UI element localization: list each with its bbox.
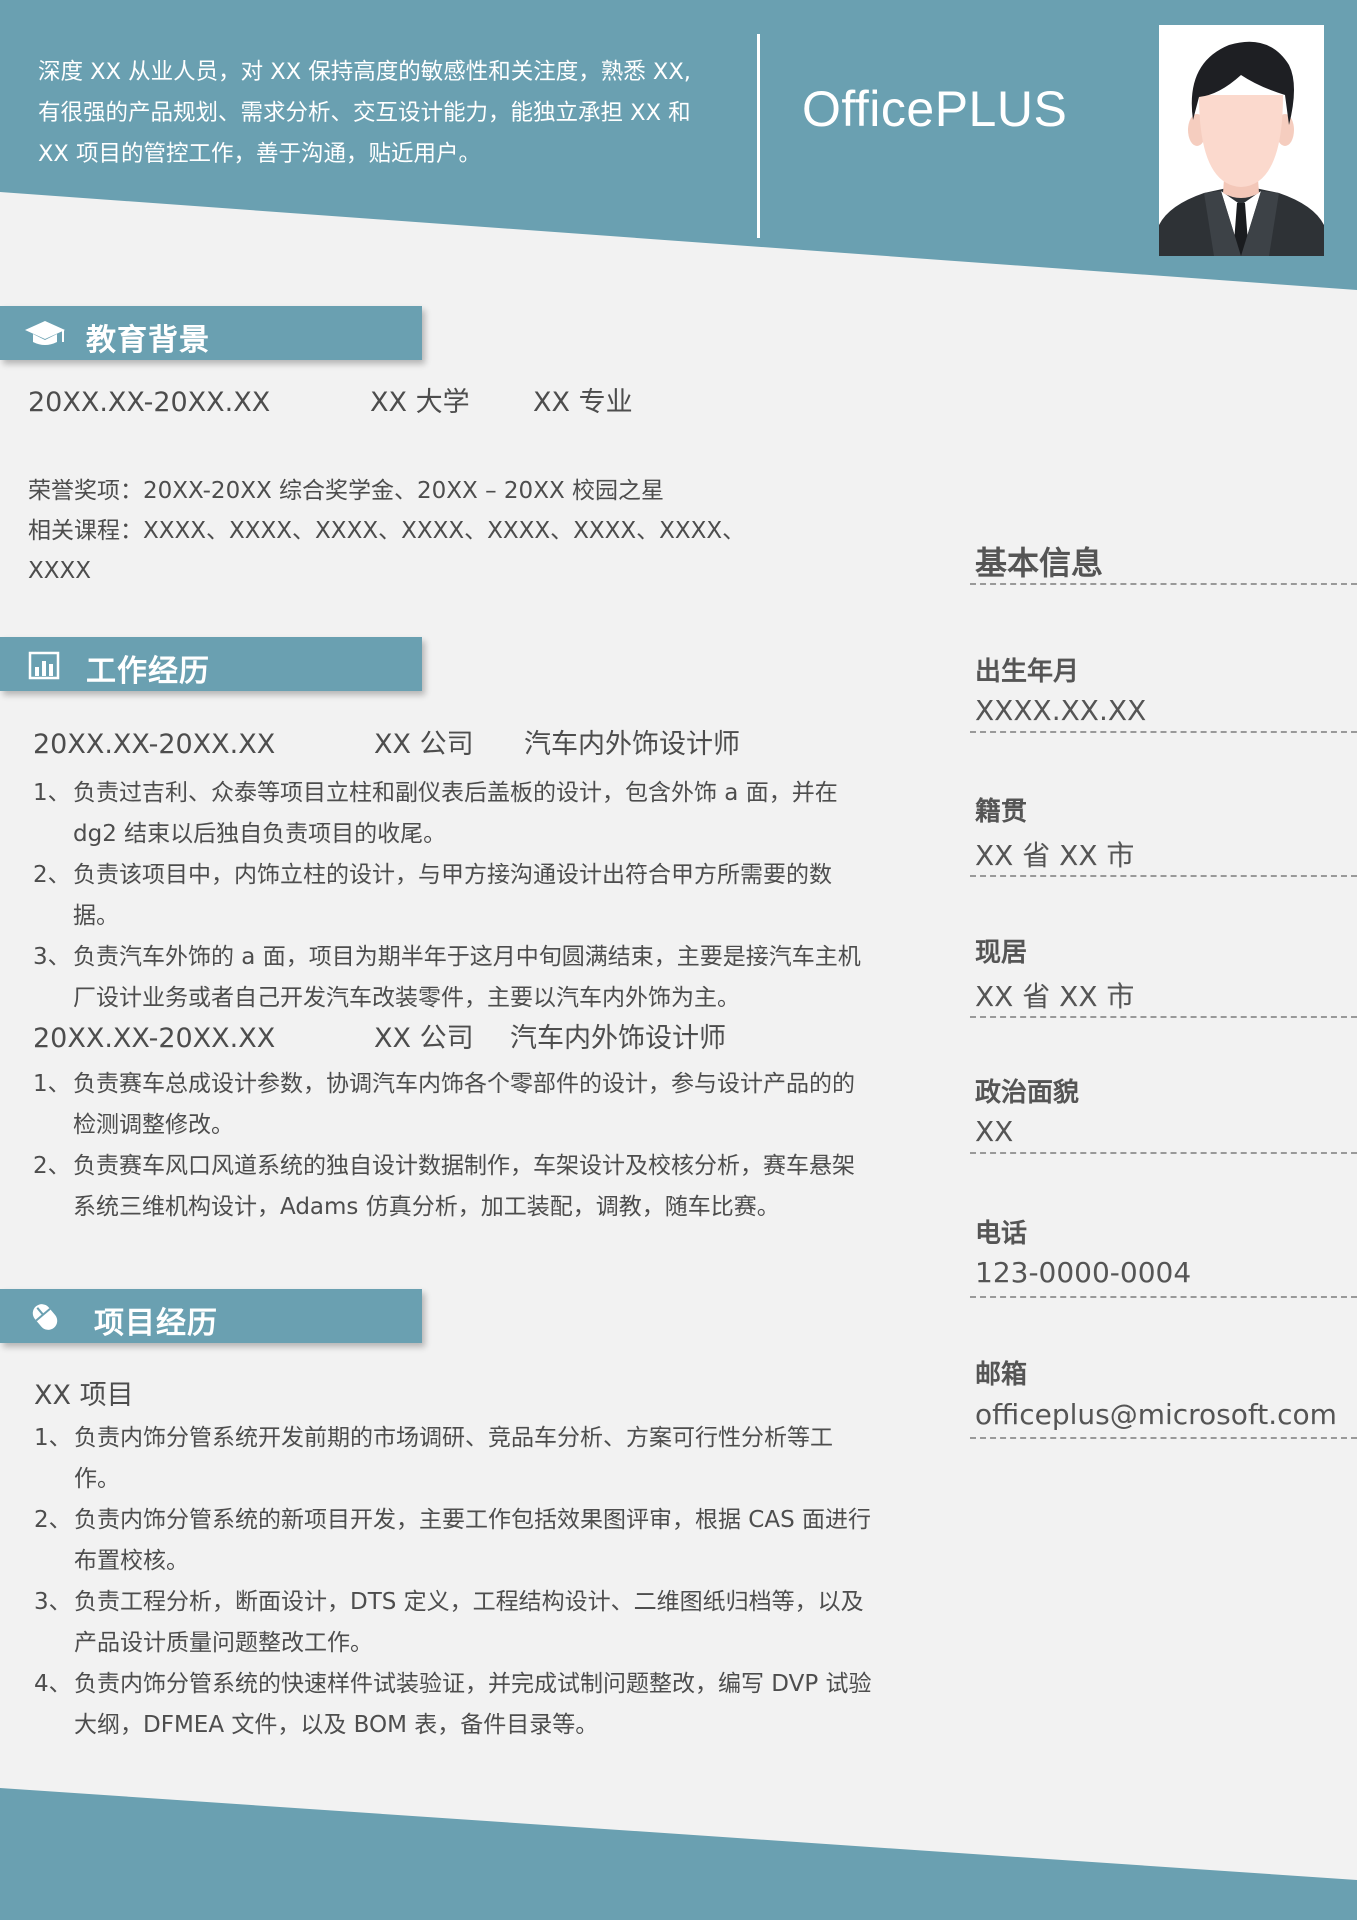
item-text: 负责内饰分管系统开发前期的市场调研、竞品车分析、方案可行性分析等工: [74, 1425, 833, 1451]
education-major: XX 专业: [533, 387, 633, 418]
info-value-birth: XXXX.XX.XX: [975, 694, 1147, 727]
job-role: 汽车内外饰设计师: [510, 1023, 726, 1054]
mouse-icon: [32, 1304, 58, 1330]
item-text: dg2 结束以后独自负责项目的收尾。: [73, 821, 447, 847]
item-text: 产品设计质量问题整改工作。: [74, 1630, 373, 1656]
item-text: 负责该项目中，内饰立柱的设计，与甲方接沟通设计出符合甲方所需要的数: [73, 862, 832, 888]
summary-line: 深度 XX 从业人员，对 XX 保持高度的敏感性和关注度，熟悉 XX,: [38, 59, 691, 85]
graduation-cap-icon: [25, 321, 65, 345]
item-number: 2、: [33, 862, 71, 888]
item-text: 检测调整修改。: [73, 1112, 234, 1138]
education-courses-cont: XXXX: [28, 558, 92, 584]
list-item: 2、 负责该项目中，内饰立柱的设计，与甲方接沟通设计出符合甲方所需要的数 据。: [33, 855, 913, 937]
job-period: 20XX.XX-20XX.XX: [33, 1023, 276, 1054]
info-value-political: XX: [975, 1115, 1014, 1148]
job-period: 20XX.XX-20XX.XX: [33, 729, 276, 760]
item-number: 1、: [33, 780, 71, 806]
person-avatar-icon: [1159, 25, 1324, 256]
profile-summary: 深度 XX 从业人员，对 XX 保持高度的敏感性和关注度，熟悉 XX, 有很强的…: [38, 52, 738, 175]
divider: [970, 1437, 1357, 1439]
info-value-email[interactable]: officeplus@microsoft.com: [975, 1398, 1337, 1431]
item-text: 布置校核。: [74, 1548, 189, 1574]
item-number: 4、: [34, 1671, 72, 1697]
info-label-email: 邮箱: [975, 1360, 1028, 1390]
candidate-name: OfficePLUS: [802, 81, 1068, 137]
project-name: XX 项目: [34, 1380, 134, 1411]
info-value-phone: 123-0000-0004: [975, 1256, 1192, 1289]
section-header-education: 教育背景: [0, 306, 422, 360]
item-text: 负责赛车风口风道系统的独自设计数据制作，车架设计及校核分析，赛车悬架: [73, 1153, 855, 1179]
divider: [970, 731, 1357, 733]
list-item: 3、 负责汽车外饰的 a 面，项目为期半年于这月中旬圆满结束，主要是接汽车主机 …: [33, 937, 913, 1019]
divider: [970, 1296, 1357, 1298]
item-text: 负责赛车总成设计参数，协调汽车内饰各个零部件的设计，参与设计产品的的: [73, 1071, 855, 1097]
list-item: 1、 负责过吉利、众泰等项目立柱和副仪表后盖板的设计，包含外饰 a 面，并在 d…: [33, 773, 913, 855]
info-value-residence: XX 省 XX 市: [975, 980, 1135, 1013]
item-number: 1、: [33, 1071, 71, 1097]
divider: [970, 1152, 1357, 1154]
education-school: XX 大学: [370, 387, 470, 418]
info-label-hometown: 籍贯: [975, 797, 1028, 827]
education-period: 20XX.XX-20XX.XX: [28, 387, 271, 418]
education-honors: 荣誉奖项：20XX-20XX 综合奖学金、20XX – 20XX 校园之星: [28, 478, 665, 504]
section-title: 工作经历: [86, 654, 210, 689]
info-value-hometown: XX 省 XX 市: [975, 839, 1135, 872]
info-label-residence: 现居: [975, 938, 1028, 968]
divider: [970, 1016, 1357, 1018]
info-label-phone: 电话: [975, 1219, 1028, 1249]
job-company: XX 公司: [374, 729, 474, 760]
job-duties-list: 1、 负责赛车总成设计参数，协调汽车内饰各个零部件的设计，参与设计产品的的 检测…: [33, 1064, 913, 1228]
item-text: 作。: [74, 1466, 120, 1492]
item-text: 负责过吉利、众泰等项目立柱和副仪表后盖板的设计，包含外饰 a 面，并在: [73, 780, 838, 806]
divider: [970, 583, 1357, 585]
section-title: 教育背景: [86, 323, 210, 358]
list-item: 3、 负责工程分析，断面设计，DTS 定义，工程结构设计、二维图纸归档等，以及 …: [34, 1582, 914, 1664]
list-item: 2、 负责内饰分管系统的新项目开发，主要工作包括效果图评审，根据 CAS 面进行…: [34, 1500, 914, 1582]
divider: [970, 875, 1357, 877]
item-text: 大纲，DFMEA 文件，以及 BOM 表，备件目录等。: [74, 1712, 599, 1738]
project-duties-list: 1、 负责内饰分管系统开发前期的市场调研、竞品车分析、方案可行性分析等工 作。 …: [34, 1418, 914, 1746]
footer-band: [0, 1788, 1357, 1920]
job-company: XX 公司: [374, 1023, 474, 1054]
item-number: 2、: [33, 1153, 71, 1179]
item-number: 3、: [34, 1589, 72, 1615]
item-number: 3、: [33, 944, 71, 970]
item-text: 负责汽车外饰的 a 面，项目为期半年于这月中旬圆满结束，主要是接汽车主机: [73, 944, 861, 970]
summary-line: XX 项目的管控工作，善于沟通，贴近用户。: [38, 141, 481, 167]
list-item: 4、 负责内饰分管系统的快速样件试装验证，并完成试制问题整改，编写 DVP 试验…: [34, 1664, 914, 1746]
job-role: 汽车内外饰设计师: [524, 729, 740, 760]
header-divider: [757, 34, 760, 238]
item-text: 据。: [73, 903, 119, 929]
item-text: 系统三维机构设计，Adams 仿真分析，加工装配，调教，随车比赛。: [73, 1194, 780, 1220]
info-section-title: 基本信息: [975, 544, 1104, 582]
item-text: 负责内饰分管系统的新项目开发，主要工作包括效果图评审，根据 CAS 面进行: [74, 1507, 872, 1533]
list-item: 1、 负责赛车总成设计参数，协调汽车内饰各个零部件的设计，参与设计产品的的 检测…: [33, 1064, 913, 1146]
info-label-political: 政治面貌: [975, 1078, 1080, 1108]
summary-line: 有很强的产品规划、需求分析、交互设计能力，能独立承担 XX 和: [38, 100, 691, 126]
job-duties-list: 1、 负责过吉利、众泰等项目立柱和副仪表后盖板的设计，包含外饰 a 面，并在 d…: [33, 773, 913, 1019]
section-title: 项目经历: [94, 1306, 218, 1341]
list-item: 1、 负责内饰分管系统开发前期的市场调研、竞品车分析、方案可行性分析等工 作。: [34, 1418, 914, 1500]
bar-chart-icon: [28, 651, 60, 680]
item-text: 负责内饰分管系统的快速样件试装验证，并完成试制问题整改，编写 DVP 试验: [74, 1671, 872, 1697]
item-text: 负责工程分析，断面设计，DTS 定义，工程结构设计、二维图纸归档等，以及: [74, 1589, 864, 1615]
section-header-work: 工作经历: [0, 637, 422, 691]
section-header-projects: 项目经历: [0, 1289, 422, 1343]
list-item: 2、 负责赛车风口风道系统的独自设计数据制作，车架设计及校核分析，赛车悬架 系统…: [33, 1146, 913, 1228]
item-text: 厂设计业务或者自己开发汽车改装零件，主要以汽车内外饰为主。: [73, 985, 740, 1011]
profile-photo: [1159, 25, 1324, 256]
item-number: 1、: [34, 1425, 72, 1451]
item-number: 2、: [34, 1507, 72, 1533]
info-label-birth: 出生年月: [975, 657, 1080, 687]
education-courses: 相关课程：XXXX、XXXX、XXXX、XXXX、XXXX、XXXX、XXXX、: [28, 518, 746, 544]
